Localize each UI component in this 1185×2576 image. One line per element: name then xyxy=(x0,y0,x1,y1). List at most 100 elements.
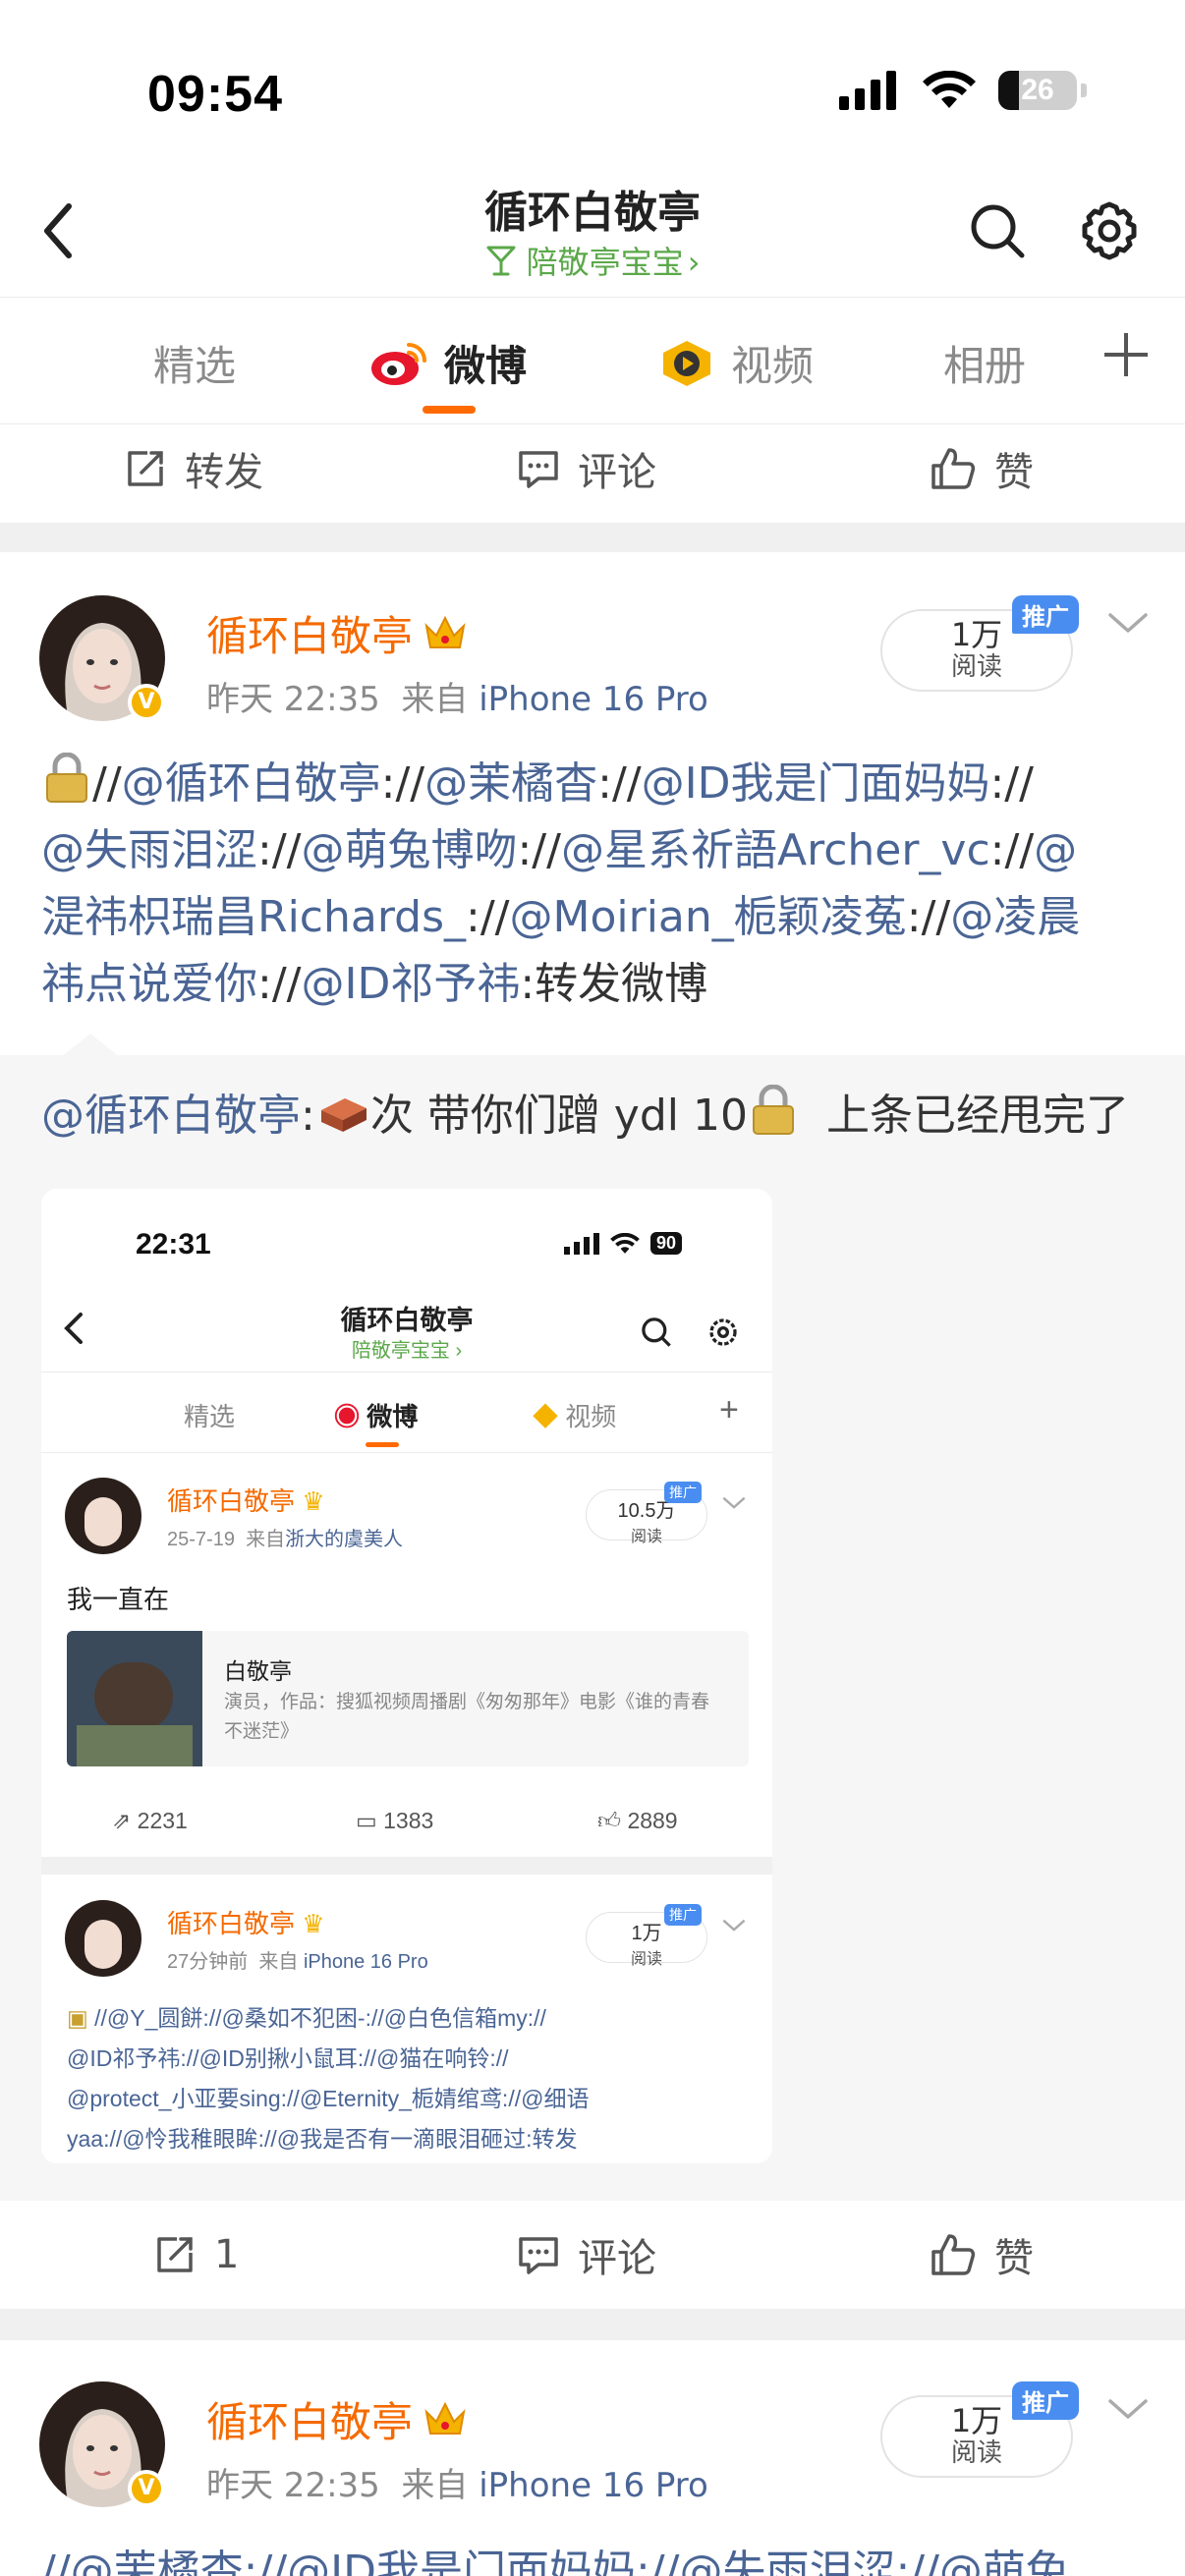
embedded-author: 循环白敬亭 ♛ xyxy=(167,1904,325,1940)
mention-link[interactable]: @ xyxy=(1034,825,1077,875)
promo-tag: 推广 xyxy=(1012,595,1079,634)
text-span: : xyxy=(301,1091,315,1141)
status-bar: 09:54 26 xyxy=(0,0,1185,187)
comment-button[interactable]: 评论 xyxy=(517,2201,656,2309)
mention-link[interactable]: @循环白敬亭 xyxy=(41,1091,301,1141)
battery-icon: 26 xyxy=(998,71,1077,110)
mention-link[interactable]: @星系祈語Archer_vc xyxy=(561,825,990,875)
mention-link[interactable]: @茉橘杳 xyxy=(424,758,597,809)
repost-icon xyxy=(157,2237,193,2272)
plus-icon: + xyxy=(719,1391,739,1428)
text-span: :// xyxy=(989,825,1035,875)
active-tab-indicator xyxy=(423,406,476,414)
text-line: //@茉橘杳://@ID我是门面妈妈://@失雨泪涩://@萌兔 xyxy=(41,2547,1069,2576)
mention-link[interactable]: @ID祁予祎 xyxy=(301,959,520,1009)
repost-count: 2231 xyxy=(137,1808,188,1833)
chevron-right-icon: › xyxy=(687,244,701,281)
mention-link[interactable]: @凌晨 xyxy=(950,892,1080,942)
signal-icon xyxy=(564,1232,599,1255)
embedded-text: 我一直在 xyxy=(67,1585,170,1614)
text-line: 祎点说爱你://@ID祁予祎:转发微博 xyxy=(41,951,1152,1018)
thumbs-up-icon xyxy=(931,2234,976,2275)
prev-post-actions: 转发 评论 赞 xyxy=(0,415,1185,523)
tab-video[interactable]: 视频 xyxy=(656,333,814,393)
battery-level: 26 xyxy=(1021,74,1054,106)
mention-link[interactable]: @循环白敬亭 xyxy=(122,758,381,809)
weibo-logo-icon xyxy=(371,342,426,385)
profile-tabs: 精选 微博 视频 相册 xyxy=(0,297,1185,424)
chevron-down-icon[interactable] xyxy=(1106,611,1150,637)
embedded-screenshot[interactable]: 22:31 90 循环白敬亭 陪敬亭宝宝 › 精选 ◉ 微博 ◆ 视频 + 循环… xyxy=(41,1189,772,2163)
embedded-like: 👍︎ 2889 xyxy=(597,1808,678,1833)
subtitle-text: 陪敬亭宝宝 xyxy=(351,1340,450,1362)
post-time: 昨天 22:35 xyxy=(206,680,380,719)
status-time: 09:54 xyxy=(147,66,283,123)
divider xyxy=(41,1452,772,1453)
embedded-repost: ⇗ 2231 xyxy=(112,1808,188,1833)
repost-icon xyxy=(128,451,163,486)
from-label: 来自 xyxy=(401,680,469,719)
card-title: 白敬亭 xyxy=(224,1658,292,1684)
text-line: @失雨泪涩://@萌兔博吻://@星系祈語Archer_vc://@ xyxy=(41,817,1152,884)
gear-icon[interactable] xyxy=(1077,198,1142,263)
embedded-tab-active: ◉ 微博 xyxy=(334,1402,419,1431)
text-span: //@Y_圆餅://@桑如不犯困-://@白色信箱my:// xyxy=(94,2005,546,2031)
post-source[interactable]: iPhone 16 Pro xyxy=(479,2466,708,2505)
text-line: @protect_小亚要sing://@Eternity_栀婧绾鸢://@细语 xyxy=(67,2086,590,2111)
verified-badge-icon: V xyxy=(128,684,165,721)
tab-weibo[interactable]: 微博 xyxy=(369,333,527,393)
comment-button[interactable]: 评论 xyxy=(517,415,656,523)
repost-count: 1 xyxy=(214,2232,240,2277)
chevron-down-icon xyxy=(722,1919,746,1932)
embedded-tab: 精选 xyxy=(184,1402,236,1431)
gear-icon xyxy=(709,1318,737,1346)
post-author[interactable]: 循环白敬亭 xyxy=(206,603,468,663)
repost-button[interactable]: 转发 xyxy=(124,415,263,523)
mention-link[interactable]: @萌兔博吻 xyxy=(301,825,517,875)
mention-link[interactable]: @ID我是门面妈妈 xyxy=(642,758,990,809)
chevron-down-icon[interactable] xyxy=(1106,2397,1150,2423)
crown-icon: ♛ xyxy=(302,1486,325,1516)
card-thumbnail xyxy=(67,1631,202,1766)
embedded-comment: ▭ 1383 xyxy=(356,1808,434,1833)
comment-label: 评论 xyxy=(578,450,656,495)
plus-icon[interactable] xyxy=(1099,327,1154,382)
mention-link[interactable]: @Moirian_栀颖凌菟 xyxy=(510,892,907,942)
text-span: // xyxy=(92,758,122,809)
text-span: :// xyxy=(257,959,302,1009)
text-span: :// xyxy=(257,825,302,875)
like-count: 2889 xyxy=(627,1808,678,1833)
crown-icon xyxy=(424,615,466,648)
post-actions: 1 评论 赞 xyxy=(0,2201,1185,2309)
post-source[interactable]: iPhone 16 Pro xyxy=(479,680,708,719)
mention-link[interactable]: @失雨泪涩 xyxy=(41,825,257,875)
section-divider xyxy=(0,2309,1185,2340)
search-icon[interactable] xyxy=(965,198,1030,263)
mention-link[interactable]: 湜祎枳瑞昌Richards_ xyxy=(41,892,466,942)
retweet-pointer xyxy=(61,1034,120,1057)
repost-button[interactable]: 1 xyxy=(153,2201,239,2309)
retweet-text: @循环白敬亭: 次 带你们蹭 ydl 10 上条已经甩完了 xyxy=(41,1084,1152,1147)
promo-tag: 推广 xyxy=(664,1482,702,1503)
like-button[interactable]: 赞 xyxy=(930,2201,1034,2309)
mention-link[interactable]: 祎点说爱你 xyxy=(41,959,257,1009)
wifi-icon xyxy=(610,1232,640,1254)
read-label: 阅读 xyxy=(950,2438,1002,2468)
like-button[interactable]: 赞 xyxy=(930,415,1034,523)
post-author[interactable]: 循环白敬亭 xyxy=(206,2389,468,2449)
tab-featured[interactable]: 精选 xyxy=(153,333,236,393)
embedded-status-icons: 90 xyxy=(564,1232,683,1255)
from-label: 来自 xyxy=(401,2466,469,2505)
like-label: 赞 xyxy=(994,2236,1034,2281)
tab-label: 微博 xyxy=(367,1402,419,1431)
read-label: 阅读 xyxy=(950,652,1002,682)
text-span: 上条已经甩完了 xyxy=(825,1091,1129,1141)
avatar xyxy=(65,1900,141,1977)
text-line: yaa://@怜我稚眼眸://@我是否有一滴眼泪砸过:转发 xyxy=(67,2126,578,2152)
divider xyxy=(41,1857,772,1875)
author-name: 循环白敬亭 xyxy=(206,612,414,660)
embedded-status-time: 22:31 xyxy=(136,1228,211,1260)
comment-count: 1383 xyxy=(383,1808,434,1833)
tab-album[interactable]: 相册 xyxy=(943,333,1026,393)
repost-label: 转发 xyxy=(185,450,263,495)
